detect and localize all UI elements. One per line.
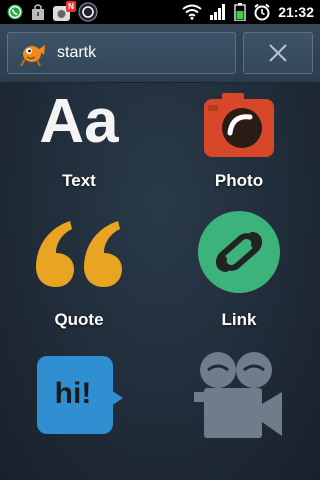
camera-notification-icon: N [52,1,76,22]
whatsapp-icon [7,4,23,20]
camera-icon [202,91,276,159]
post-type-link-label: Link [221,310,257,329]
svg-text:Aa: Aa [39,87,119,156]
clock: 21:32 [278,4,314,20]
header: startk [0,24,320,83]
battery-icon [234,3,246,21]
notification-badge: N [66,1,76,12]
chat-bubble-text: hi! [55,377,92,410]
account-name: startk [57,44,97,61]
status-system: 21:32 [182,3,314,21]
status-notifications: N [6,1,98,22]
quote-icon [34,219,124,289]
wifi-icon [182,4,202,20]
avatar [20,45,45,67]
account-button[interactable]: startk [7,32,236,74]
status-bar: N 21:32 [0,0,320,24]
post-type-text[interactable]: Aa Text [9,83,149,213]
post-type-chat[interactable]: hi! [9,348,149,478]
signal-icon [210,4,226,20]
link-icon [196,209,282,295]
post-type-quote[interactable]: Quote [9,213,149,343]
text-aa-icon: Aa [34,87,124,157]
close-icon [269,44,287,62]
video-camera-icon [194,350,284,440]
post-type-photo-label: Photo [214,171,264,190]
post-type-quote-label: Quote [54,310,104,329]
post-type-video[interactable] [169,348,309,478]
post-type-grid: Aa Text Photo Quote Link hi! [0,83,320,480]
chat-bubble-icon: hi! [33,352,125,434]
close-button[interactable] [243,32,313,74]
post-type-link[interactable]: Link [169,211,309,343]
post-type-text-label: Text [62,171,96,190]
shopping-bag-icon [32,4,44,20]
alarm-icon [254,3,270,21]
circle-app-icon [78,2,98,22]
post-type-photo[interactable]: Photo [169,83,309,213]
